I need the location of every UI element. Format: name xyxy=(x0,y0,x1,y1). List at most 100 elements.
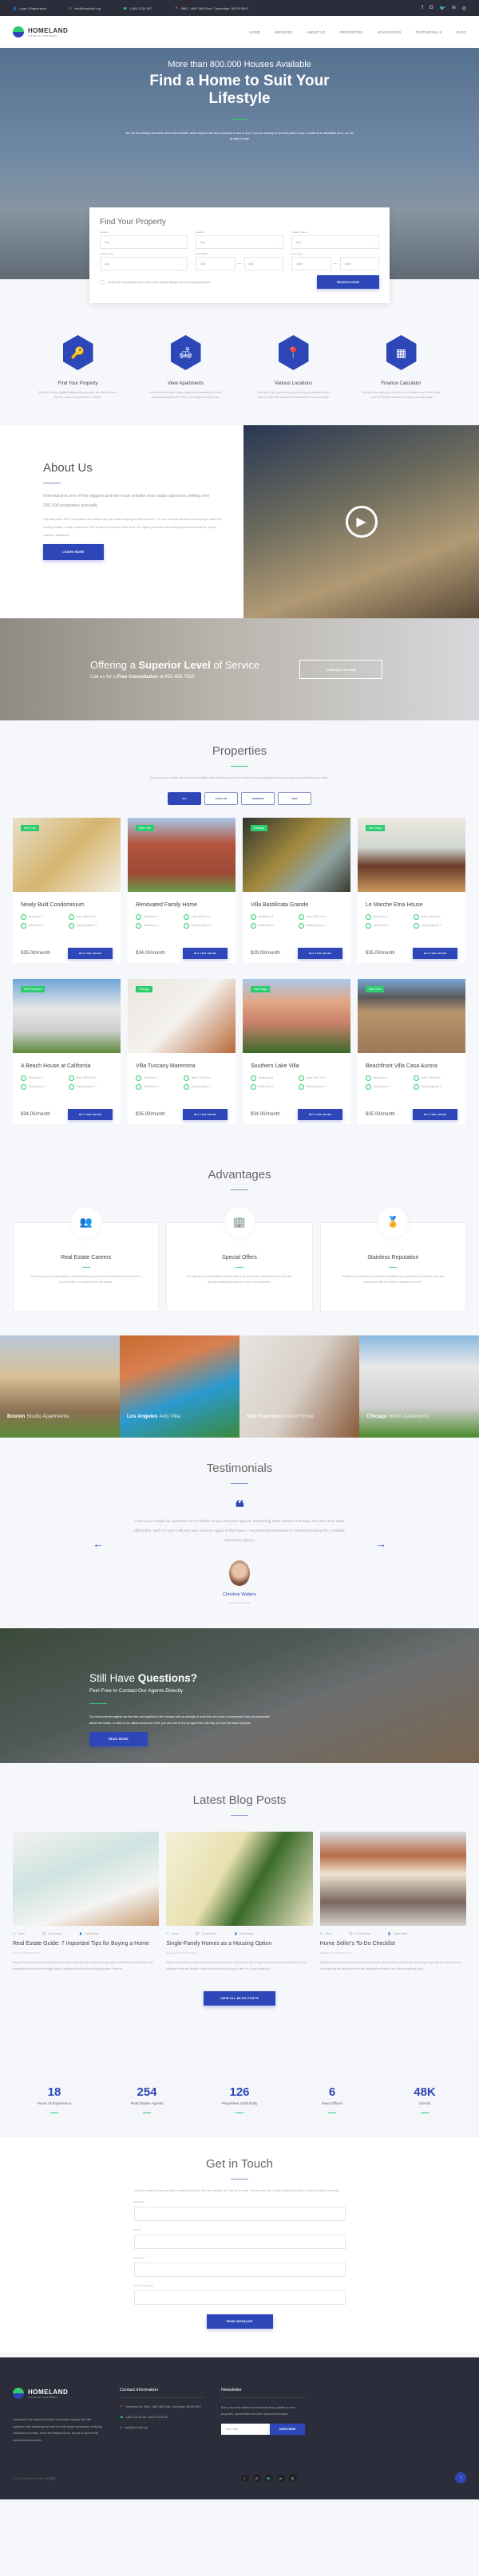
google-icon[interactable]: G xyxy=(430,6,433,11)
instagram-icon[interactable]: ◎ xyxy=(288,2474,297,2482)
buy-house-button[interactable]: BUY THIS HOUSE xyxy=(298,948,342,959)
map-search-checkbox[interactable] xyxy=(100,279,105,285)
type-select[interactable]: Any ⌄ xyxy=(100,257,188,270)
learn-more-button[interactable]: LEARN MORE xyxy=(43,544,104,560)
post-title[interactable]: Single-Family Homes as a Housing Option xyxy=(166,1940,312,1948)
property-title[interactable]: A Beach House at California xyxy=(21,1063,113,1069)
phone-text[interactable]: 1-800-1234-567 xyxy=(129,6,152,10)
property-image[interactable]: New York xyxy=(128,818,236,892)
e-mail-field[interactable] xyxy=(133,2235,346,2249)
city-tile[interactable]: Los Angeles Avis Villa xyxy=(120,1335,240,1438)
city-tile[interactable]: Chicago White Apartments xyxy=(359,1335,479,1438)
filter-trending[interactable]: TRENDING xyxy=(241,792,275,805)
logo[interactable]: HOMELAND HOUSE OF YOUR DREAM xyxy=(13,26,68,37)
post-comments[interactable]: 2 comments xyxy=(48,1932,61,1935)
send-message-button[interactable]: SEND MESSAGE xyxy=(206,2314,273,2329)
property-image[interactable]: Chicago xyxy=(243,818,350,892)
buy-house-button[interactable]: BUY THIS HOUSE xyxy=(183,1109,228,1120)
post-title[interactable]: Real Estate Guide: 7 Important Tips for … xyxy=(13,1940,159,1948)
search-now-button[interactable]: SEARCH NOW xyxy=(317,275,379,289)
post-category[interactable]: News xyxy=(326,1932,332,1935)
linkedin-icon[interactable]: in xyxy=(276,2474,285,2482)
location-select[interactable]: Any ⌄ xyxy=(196,235,283,249)
post-author[interactable]: David Baker xyxy=(85,1932,98,1935)
email-text[interactable]: info@demolink.org xyxy=(74,6,101,10)
buy-house-button[interactable]: BUY THIS HOUSE xyxy=(298,1109,342,1120)
buy-house-button[interactable]: BUY THIS HOUSE xyxy=(413,948,457,959)
post-image[interactable] xyxy=(166,1832,313,1926)
property-title[interactable]: Le Marche Etna House xyxy=(366,902,457,908)
scroll-to-top-button[interactable]: ↑ xyxy=(455,2472,466,2483)
property-image[interactable]: Chicago xyxy=(128,979,236,1053)
city-tile[interactable]: San Francisco Grand Home xyxy=(240,1335,359,1438)
nav-item-advantages[interactable]: ADVANTAGES xyxy=(377,30,401,34)
arrow-left-icon[interactable]: ← xyxy=(93,1537,104,1550)
subscribe-button[interactable]: SUBSCRIBE xyxy=(270,2424,305,2435)
post-image[interactable] xyxy=(319,1832,466,1926)
play-icon[interactable]: ▶ xyxy=(345,506,378,538)
nav-item-about-us[interactable]: ABOUT US xyxy=(307,30,326,34)
property-title[interactable]: Newly Built Condominium xyxy=(21,902,113,908)
filter-new[interactable]: NEW xyxy=(278,792,311,805)
property-title[interactable]: Renovated Family Home xyxy=(136,902,228,908)
arrow-right-icon[interactable]: → xyxy=(375,1537,386,1550)
property-image[interactable]: San Francisco xyxy=(13,979,121,1053)
contact-us-button[interactable]: CONTACT US NOW xyxy=(299,660,383,679)
post-title[interactable]: Home Seller's To-Do Checklist xyxy=(320,1940,466,1948)
nav-item-blog[interactable]: BLOG xyxy=(456,30,466,34)
nav-item-services[interactable]: SERVICES xyxy=(275,30,293,34)
footer-logo[interactable]: HOMELAND HOUSE OF YOUR DREAM xyxy=(13,2388,102,2399)
email-link[interactable]: ✉ info@demolink.org xyxy=(69,6,101,10)
nav-item-home[interactable]: HOME xyxy=(249,30,260,34)
login-text[interactable]: Login | Registration xyxy=(19,6,46,10)
post-category[interactable]: News xyxy=(172,1932,178,1935)
twitter-icon[interactable]: 🐦 xyxy=(440,6,445,11)
post-author[interactable]: David Baker xyxy=(240,1932,253,1935)
property-image[interactable]: San Diego xyxy=(358,818,465,892)
linkedin-icon[interactable]: in xyxy=(452,6,456,11)
read-more-button[interactable]: READ MORE xyxy=(89,1732,148,1746)
property-title[interactable]: Beachfront Villa Casa Aurora xyxy=(366,1063,457,1069)
buy-house-button[interactable]: BUY THIS HOUSE xyxy=(413,1109,457,1120)
facebook-icon[interactable]: f xyxy=(422,6,423,11)
nav-item-properties[interactable]: PROPERTIES xyxy=(339,30,362,34)
instagram-icon[interactable]: ◎ xyxy=(462,6,466,11)
post-comments[interactable]: 22 comments xyxy=(355,1932,370,1935)
login-link[interactable]: 👤 Login | Registration xyxy=(13,6,46,10)
post-image[interactable] xyxy=(13,1832,160,1926)
property-image[interactable]: New York xyxy=(358,979,465,1053)
keyword-input[interactable]: Any xyxy=(100,235,188,249)
filter-popular[interactable]: POPULAR xyxy=(204,792,238,805)
property-title[interactable]: Villa Bastilicata Grande xyxy=(251,902,342,908)
property-title[interactable]: Villa Tuscany Maremma xyxy=(136,1063,228,1069)
nav-item-testimonials[interactable]: TESTIMONIALS xyxy=(415,30,441,34)
password-field[interactable] xyxy=(133,2262,346,2277)
nickname-field[interactable] xyxy=(133,2207,346,2221)
post-category[interactable]: News xyxy=(18,1932,25,1935)
status-select[interactable]: Any ⌄ xyxy=(291,235,379,249)
footer-phones[interactable]: 1-800-123-45-56; 1-800-678-89-90 xyxy=(125,2416,167,2419)
post-comments[interactable]: 12 comments xyxy=(201,1932,216,1935)
area-min-input[interactable]: 1500 xyxy=(291,257,331,270)
property-image[interactable]: New York xyxy=(13,818,121,892)
footer-email[interactable]: mail@demolink.org xyxy=(125,2426,148,2429)
buy-house-button[interactable]: BUY THIS HOUSE xyxy=(183,948,228,959)
google-icon[interactable]: G xyxy=(252,2474,261,2482)
property-image[interactable]: San Diego xyxy=(243,979,350,1053)
price-min-input[interactable]: 300 xyxy=(196,257,236,270)
confirm-password-field[interactable] xyxy=(133,2290,346,2305)
view-all-posts-button[interactable]: VIEW ALL BLOG POSTS xyxy=(204,1991,275,2006)
city-tile[interactable]: Boston Studio Apartments xyxy=(0,1335,120,1438)
buy-house-button[interactable]: BUY THIS HOUSE xyxy=(68,1109,113,1120)
area-max-input[interactable]: 2250 xyxy=(339,257,379,270)
filter-all[interactable]: ALL xyxy=(168,792,201,805)
property-title[interactable]: Southern Lake Villa xyxy=(251,1063,342,1069)
bedrooms: Bedrooms: 2 xyxy=(136,914,180,920)
price-max-input[interactable]: 600 xyxy=(243,257,283,270)
buy-house-button[interactable]: BUY THIS HOUSE xyxy=(68,948,113,959)
phone-link[interactable]: ☎ 1-800-1234-567 xyxy=(123,6,152,10)
post-author[interactable]: David Baker xyxy=(394,1932,407,1935)
twitter-icon[interactable]: 🐦 xyxy=(264,2474,273,2482)
newsletter-email-input[interactable]: Your e-mail xyxy=(221,2424,270,2435)
facebook-icon[interactable]: f xyxy=(240,2474,249,2482)
